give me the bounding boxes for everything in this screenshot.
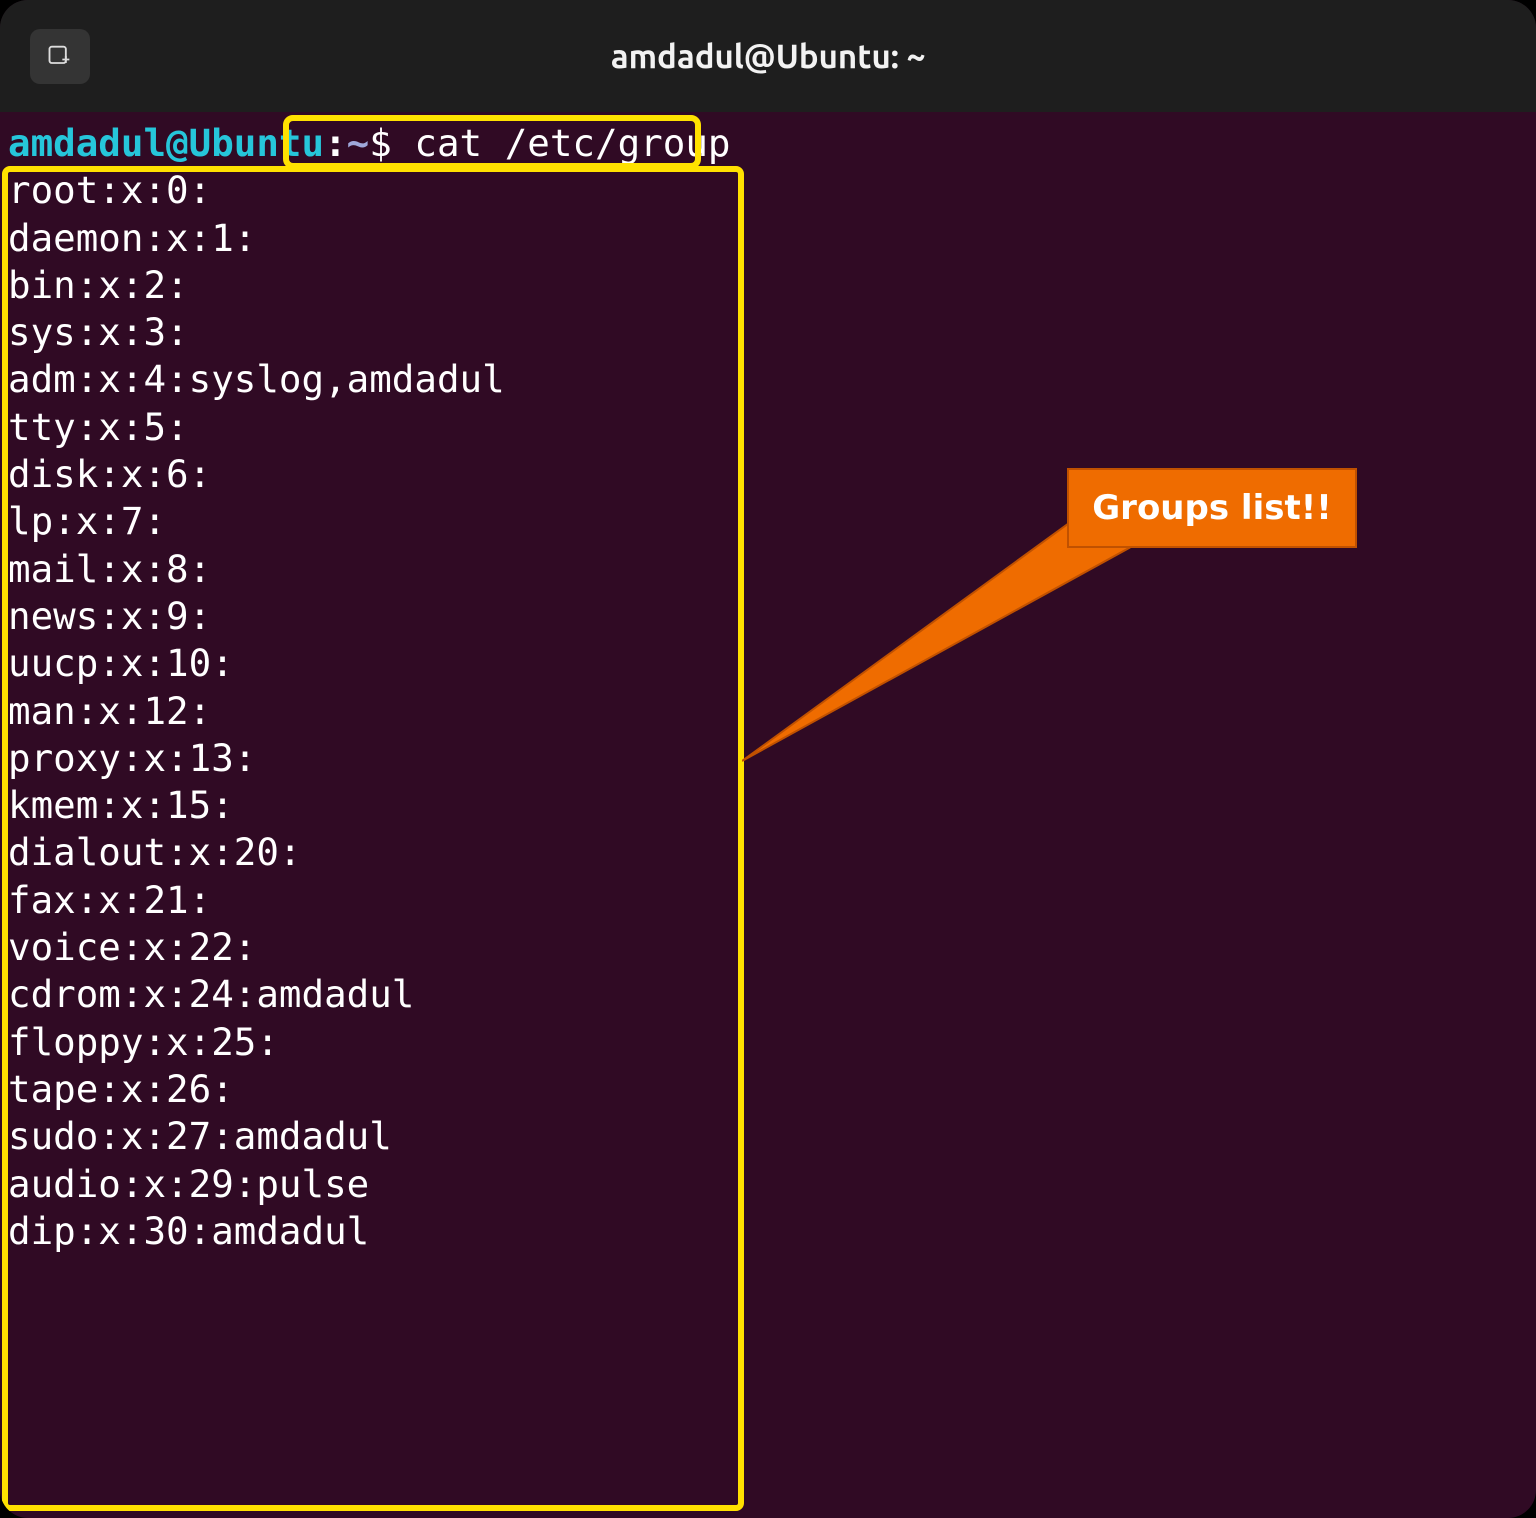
output-line: uucp:x:10: xyxy=(8,641,234,685)
new-tab-button[interactable] xyxy=(30,29,90,84)
output-line: sys:x:3: xyxy=(8,310,189,354)
output-line: kmem:x:15: xyxy=(8,783,234,827)
output-line: disk:x:6: xyxy=(8,452,211,496)
output-line: root:x:0: xyxy=(8,168,211,212)
new-tab-icon xyxy=(46,42,74,70)
output-line: floppy:x:25: xyxy=(8,1020,279,1064)
terminal-window: amdadul@Ubuntu: ~ amdadul@Ubuntu:~$ cat … xyxy=(0,0,1536,1518)
output-line: adm:x:4:syslog,amdadul xyxy=(8,357,505,401)
prompt-path: ~ xyxy=(347,121,370,165)
output-line: daemon:x:1: xyxy=(8,216,256,260)
command-text: cat /etc/group xyxy=(414,121,730,165)
output-line: cdrom:x:24:amdadul xyxy=(8,972,414,1016)
output-line: audio:x:29:pulse xyxy=(8,1162,369,1206)
output-line: voice:x:22: xyxy=(8,925,256,969)
output-line: dip:x:30:amdadul xyxy=(8,1209,369,1253)
output-line: sudo:x:27:amdadul xyxy=(8,1114,392,1158)
output-line: tty:x:5: xyxy=(8,405,189,449)
output-line: bin:x:2: xyxy=(8,263,189,307)
titlebar: amdadul@Ubuntu: ~ xyxy=(0,0,1536,112)
command-output: root:x:0: daemon:x:1: bin:x:2: sys:x:3: … xyxy=(8,168,505,1253)
terminal-body[interactable]: amdadul@Ubuntu:~$ cat /etc/group root:x:… xyxy=(0,112,1536,1518)
output-line: tape:x:26: xyxy=(8,1067,234,1111)
prompt-dollar: $ xyxy=(369,121,392,165)
output-line: mail:x:8: xyxy=(8,547,211,591)
prompt-user-host: amdadul@Ubuntu xyxy=(8,121,324,165)
prompt-colon: : xyxy=(324,121,347,165)
output-line: proxy:x:13: xyxy=(8,736,256,780)
output-line: man:x:12: xyxy=(8,689,211,733)
output-line: lp:x:7: xyxy=(8,499,166,543)
window-title: amdadul@Ubuntu: ~ xyxy=(0,38,1536,75)
output-line: news:x:9: xyxy=(8,594,211,638)
output-line: fax:x:21: xyxy=(8,878,211,922)
output-line: dialout:x:20: xyxy=(8,830,302,874)
